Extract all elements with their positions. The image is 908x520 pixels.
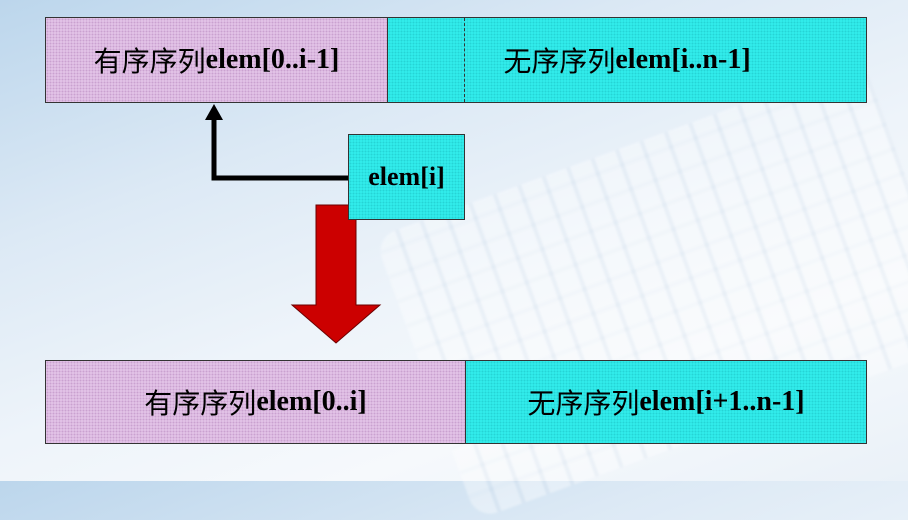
background-keyboard-image	[374, 60, 908, 520]
top-unsorted-sequence: 无序序列 elem[i..n-1]	[387, 17, 867, 103]
top-unsorted-en: elem[i..n-1]	[615, 44, 751, 75]
bottom-unsorted-sequence: 无序序列 elem[i+1..n-1]	[465, 360, 867, 444]
current-element-box: elem[i]	[348, 134, 465, 220]
bottom-sorted-en: elem[0..i]	[256, 386, 367, 417]
current-element-label: elem[i]	[368, 162, 445, 191]
top-unsorted-cn: 无序序列	[503, 45, 616, 78]
top-sorted-cn: 有序序列	[93, 45, 206, 78]
insert-back-arrow-line	[211, 118, 350, 181]
insert-back-arrowhead	[205, 104, 223, 120]
bottom-sorted-cn: 有序序列	[144, 387, 257, 420]
top-sorted-en: elem[0..i-1]	[205, 44, 340, 75]
top-divider-line	[464, 18, 465, 102]
top-sorted-sequence: 有序序列 elem[0..i-1]	[45, 17, 388, 103]
down-arrow	[290, 204, 382, 344]
bottom-sorted-sequence: 有序序列 elem[0..i]	[45, 360, 466, 444]
bottom-unsorted-cn: 无序序列	[527, 387, 640, 420]
bottom-unsorted-en: elem[i+1..n-1]	[639, 386, 805, 417]
